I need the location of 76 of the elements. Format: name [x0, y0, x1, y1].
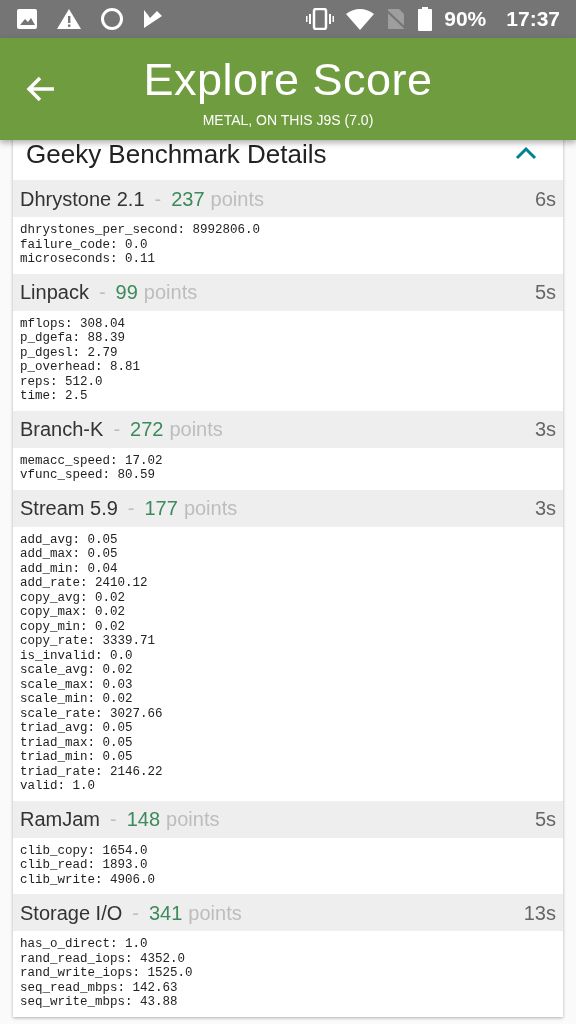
detail-line: valid: 1.0: [20, 779, 95, 794]
score-value: 237: [171, 186, 205, 212]
duration: 3s: [534, 496, 556, 521]
detail-line: seq_read_mbps: 142.63: [20, 980, 178, 995]
screen-title: Explore Score: [143, 54, 433, 106]
detail-line: rand_write_iops: 1525.0: [20, 966, 193, 981]
detail-line: add_max: 0.05: [20, 547, 118, 562]
detail-line: copy_avg: 0.02: [20, 590, 126, 605]
detail-line: vfunc_speed: 80.59: [20, 468, 156, 483]
benchmark-name: Stream 5.9: [20, 496, 118, 521]
score-value: 99: [115, 280, 138, 305]
detail-line: clib_write: 4906.0: [20, 872, 156, 887]
duration: 6s: [534, 186, 556, 212]
separator-dash: -: [110, 807, 117, 832]
no-sim-icon: [386, 8, 407, 30]
battery-icon: [418, 7, 433, 31]
clock-time: 17:37: [506, 6, 560, 33]
card-title: Geeky Benchmark Details: [26, 139, 327, 169]
detail-line: triad_avg: 0.05: [20, 721, 133, 736]
image-icon: [16, 8, 38, 30]
detail-line: seq_write_mbps: 43.88: [20, 995, 178, 1010]
detail-line: reps: 512.0: [20, 374, 103, 389]
separator-dash: -: [127, 496, 135, 521]
detail-line: has_o_direct: 1.0: [20, 937, 148, 952]
detail-line: dhrystones_per_second: 8992806.0: [20, 223, 261, 238]
detail-line: microseconds: 0.11: [20, 252, 156, 267]
separator-dash: -: [132, 900, 139, 926]
detail-line: copy_rate: 3339.71: [20, 634, 156, 649]
duration: 13s: [523, 900, 556, 926]
detail-line: copy_min: 0.02: [20, 619, 126, 634]
screen-subtitle: METAL, ON THIS J9S (7.0): [202, 111, 374, 130]
detail-line: scale_min: 0.02: [20, 692, 133, 707]
separator-dash: -: [98, 280, 106, 305]
detail-line: memacc_speed: 17.02: [20, 453, 163, 468]
detail-line: scale_rate: 3027.66: [20, 706, 163, 721]
detail-line: scale_max: 0.03: [20, 677, 133, 692]
benchmark-name: Branch-K: [20, 417, 104, 442]
detail-line: clib_copy: 1654.0: [20, 843, 148, 858]
score-value: 148: [126, 807, 161, 832]
detail-line: triad_min: 0.05: [20, 750, 133, 765]
circle-icon: [100, 7, 124, 31]
detail-line: clib_read: 1893.0: [20, 858, 148, 873]
score-value: 341: [148, 900, 183, 926]
benchmark-name: Storage I/O: [20, 900, 123, 926]
separator-dash: -: [113, 417, 121, 442]
benchmark-name: Linpack: [20, 280, 89, 305]
detail-line: is_invalid: 0.0: [20, 648, 133, 663]
detail-line: mflops: 308.04: [20, 316, 126, 331]
collapse-chevron-icon[interactable]: [515, 146, 537, 160]
separator-dash: -: [154, 186, 162, 212]
detail-line: triad_max: 0.05: [20, 735, 133, 750]
duration: 5s: [534, 280, 556, 305]
score-value: 272: [130, 417, 164, 442]
vibrate-icon: [306, 8, 335, 30]
detail-line: add_avg: 0.05: [20, 532, 118, 547]
duration: 3s: [534, 417, 556, 442]
detail-line: rand_read_iops: 4352.0: [20, 951, 186, 966]
duration: 5s: [534, 807, 556, 832]
detail-line: p_dgesl: 2.79: [20, 345, 118, 360]
benchmark-name: RamJam: [20, 807, 100, 832]
detail-line: p_dgefa: 88.39: [20, 331, 126, 346]
detail-line: failure_code: 0.0: [20, 237, 148, 252]
benchmark-name: Dhrystone 2.1: [20, 186, 145, 212]
wifi-icon: [346, 8, 375, 30]
detail-line: add_rate: 2410.12: [20, 576, 148, 591]
detail-line: time: 2.5: [20, 389, 88, 404]
detail-line: triad_rate: 2146.22: [20, 764, 163, 779]
detail-line: copy_max: 0.02: [20, 605, 126, 620]
back-arrow-icon: [26, 75, 56, 103]
check-flag-icon: [142, 8, 164, 30]
battery-percentage: 90%: [444, 6, 487, 33]
warning-icon: [56, 8, 82, 30]
detail-line: scale_avg: 0.02: [20, 663, 133, 678]
detail-line: add_min: 0.04: [20, 561, 118, 576]
score-value: 177: [144, 496, 178, 521]
detail-line: p_overhead: 8.81: [20, 360, 141, 375]
